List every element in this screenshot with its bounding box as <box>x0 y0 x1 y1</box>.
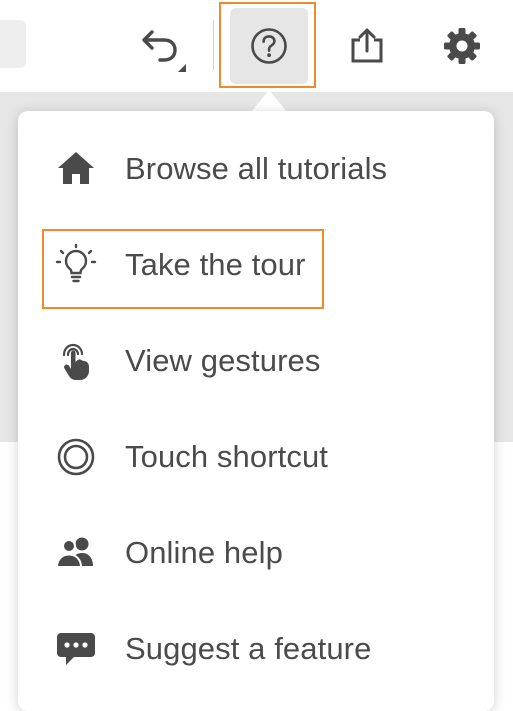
settings-button[interactable] <box>422 8 502 84</box>
help-menu-popover: Browse all tutorials Take the tour View … <box>18 111 494 711</box>
touch-shortcut-icon <box>54 435 98 479</box>
lightbulb-icon <box>54 243 98 287</box>
undo-button[interactable] <box>120 8 200 84</box>
menu-item-label: View gestures <box>125 343 321 378</box>
help-icon <box>251 28 287 64</box>
menu-item-touch-shortcut[interactable]: Touch shortcut <box>18 415 494 499</box>
top-toolbar <box>0 0 513 92</box>
toolbar-divider <box>213 20 214 70</box>
popover-arrow <box>251 90 287 112</box>
menu-item-label: Touch shortcut <box>125 439 329 474</box>
share-icon <box>351 28 383 63</box>
speech-bubble-icon <box>54 627 98 671</box>
settings-icon <box>444 28 480 64</box>
help-button[interactable] <box>230 8 308 84</box>
menu-item-label: Browse all tutorials <box>125 151 388 186</box>
undo-icon <box>142 30 186 72</box>
menu-item-view-gestures[interactable]: View gestures <box>18 319 494 403</box>
search-field-edge[interactable] <box>0 20 26 68</box>
share-button[interactable] <box>327 8 407 84</box>
people-icon <box>54 531 98 575</box>
touch-gesture-icon <box>54 339 98 383</box>
menu-item-label: Take the tour <box>125 247 306 282</box>
menu-item-take-tour[interactable]: Take the tour <box>18 223 494 307</box>
menu-item-browse-tutorials[interactable]: Browse all tutorials <box>18 127 494 211</box>
menu-item-online-help[interactable]: Online help <box>18 511 494 595</box>
menu-item-label: Online help <box>125 535 283 570</box>
menu-item-suggest-feature[interactable]: Suggest a feature <box>18 607 494 691</box>
menu-item-label: Suggest a feature <box>125 631 372 666</box>
home-icon <box>54 147 98 191</box>
